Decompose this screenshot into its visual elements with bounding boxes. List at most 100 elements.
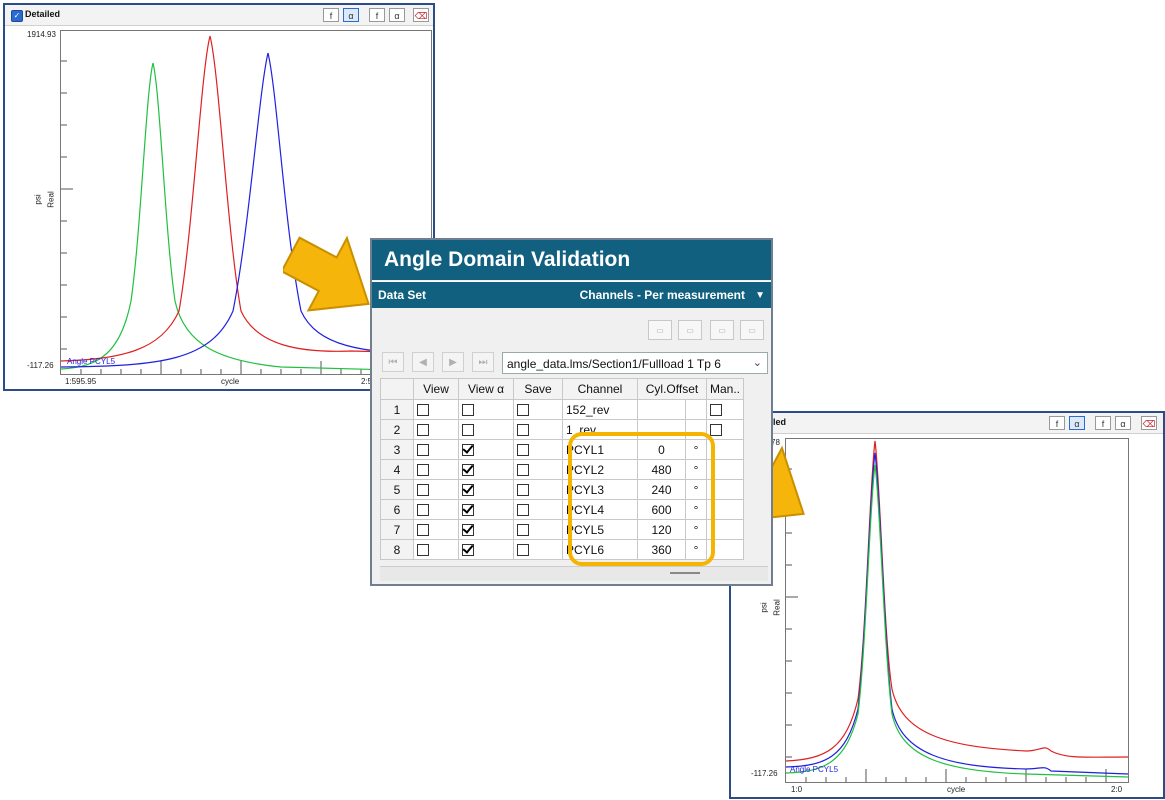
y-type-label: Real <box>772 599 782 616</box>
grid-button-1[interactable]: ▭ <box>648 320 672 340</box>
cyl-offset-value[interactable] <box>636 399 687 420</box>
x-axis-label: cycle <box>947 785 966 794</box>
horizontal-scrollbar[interactable] <box>380 566 768 581</box>
alpha-folder-button[interactable]: α <box>1115 416 1131 430</box>
eraser-icon[interactable]: ⌫ <box>1141 416 1157 430</box>
col-view[interactable]: View <box>413 378 459 400</box>
alpha-button[interactable]: α <box>1069 416 1085 430</box>
row-number: 6 <box>380 499 414 520</box>
left-legend: Angle PCYL5 <box>67 357 116 366</box>
y-min-label: -117.26 <box>27 361 54 370</box>
red-trace <box>786 440 1128 762</box>
left-window-titlebar: ✓ Detailed f α f α ⌫ <box>5 5 433 26</box>
view-cell <box>413 519 459 540</box>
save-checkbox[interactable] <box>517 524 529 537</box>
view-cell <box>413 419 459 440</box>
save-cell <box>513 419 563 440</box>
view-checkbox[interactable] <box>417 544 429 557</box>
alpha-button[interactable]: α <box>343 8 359 22</box>
eraser-icon[interactable]: ⌫ <box>413 8 429 22</box>
dialog-header: Angle Domain Validation <box>372 240 771 280</box>
view-alpha-checkbox[interactable] <box>462 524 474 537</box>
function-folder-button[interactable]: f <box>369 8 385 22</box>
save-checkbox[interactable] <box>517 504 529 517</box>
row-number: 3 <box>380 439 414 460</box>
manual-checkbox[interactable] <box>710 424 722 437</box>
view-alpha-checkbox[interactable] <box>462 444 474 457</box>
prev-record-button[interactable]: ◀ <box>412 352 434 372</box>
scrollbar-thumb[interactable] <box>670 572 700 574</box>
col-view-alpha[interactable]: View α <box>458 378 514 400</box>
x-start-label: 1:595.95 <box>65 377 97 386</box>
offset-highlight <box>568 432 715 566</box>
y-unit-label: psi <box>759 602 769 613</box>
view-checkbox[interactable] <box>417 404 429 417</box>
save-cell <box>513 539 563 560</box>
save-checkbox[interactable] <box>517 424 529 437</box>
dataset-combobox[interactable]: angle_data.lms/Section1/Fullload 1 Tp 6 … <box>502 352 768 374</box>
view-alpha-checkbox[interactable] <box>462 424 474 437</box>
col-save[interactable]: Save <box>513 378 563 400</box>
view-checkbox[interactable] <box>417 484 429 497</box>
view-checkbox[interactable] <box>417 524 429 537</box>
save-cell <box>513 399 563 420</box>
dataset-value: angle_data.lms/Section1/Fullload 1 Tp 6 <box>507 357 721 371</box>
col-manual[interactable]: Man.. <box>705 378 745 400</box>
detailed-checkbox[interactable]: ✓ <box>11 10 23 22</box>
last-record-button[interactable]: ⏭ <box>472 352 494 372</box>
view-cell <box>413 499 459 520</box>
col-cyl-offset[interactable]: Cyl.Offset <box>637 378 707 400</box>
save-checkbox[interactable] <box>517 404 529 417</box>
view-alpha-cell <box>458 499 514 520</box>
view-checkbox[interactable] <box>417 444 429 457</box>
arrow-left-icon <box>283 235 370 312</box>
green-trace <box>786 464 1128 778</box>
grid-button-4[interactable]: ▭ <box>740 320 764 340</box>
save-checkbox[interactable] <box>517 464 529 477</box>
right-plot-area[interactable]: Angle PCYL5 <box>785 438 1129 783</box>
data-set-label: Data Set <box>378 288 427 302</box>
view-alpha-checkbox[interactable] <box>462 484 474 497</box>
save-cell <box>513 519 563 540</box>
row-number: 4 <box>380 459 414 480</box>
first-record-button[interactable]: ⏮ <box>382 352 404 372</box>
manual-checkbox[interactable] <box>710 404 722 417</box>
alpha-folder-button[interactable]: α <box>389 8 405 22</box>
col-rownum <box>380 378 414 400</box>
grid-button-2[interactable]: ▭ <box>678 320 702 340</box>
view-alpha-cell <box>458 439 514 460</box>
view-alpha-checkbox[interactable] <box>462 404 474 417</box>
function-button[interactable]: f <box>1049 416 1065 430</box>
chevron-down-icon[interactable]: ⌄ <box>753 356 762 369</box>
y-min-label: -117.26 <box>751 769 778 778</box>
y-max-label: 1914.93 <box>27 30 56 39</box>
view-checkbox[interactable] <box>417 464 429 477</box>
view-alpha-checkbox[interactable] <box>462 504 474 517</box>
channel-name: 152_rev <box>562 399 638 420</box>
save-cell <box>513 479 563 500</box>
row-number: 7 <box>380 519 414 540</box>
save-checkbox[interactable] <box>517 544 529 557</box>
chevron-down-icon[interactable]: ▼ <box>755 290 765 301</box>
right-legend: Angle PCYL5 <box>790 765 839 774</box>
row-number: 2 <box>380 419 414 440</box>
function-folder-button[interactable]: f <box>1095 416 1111 430</box>
left-window-title: Detailed <box>25 9 61 19</box>
next-record-button[interactable]: ▶ <box>442 352 464 372</box>
view-alpha-checkbox[interactable] <box>462 544 474 557</box>
view-checkbox[interactable] <box>417 424 429 437</box>
channels-dropdown[interactable]: Channels - Per measurement <box>580 288 745 302</box>
function-button[interactable]: f <box>323 8 339 22</box>
view-alpha-checkbox[interactable] <box>462 464 474 477</box>
save-checkbox[interactable] <box>517 444 529 457</box>
view-alpha-cell <box>458 459 514 480</box>
table-header-row: View View α Save Channel Cyl.Offset Man.… <box>380 378 745 400</box>
view-cell <box>413 459 459 480</box>
grid-button-3[interactable]: ▭ <box>710 320 734 340</box>
col-channel[interactable]: Channel <box>562 378 638 400</box>
view-cell <box>413 479 459 500</box>
dialog-title: Angle Domain Validation <box>384 248 631 271</box>
save-checkbox[interactable] <box>517 484 529 497</box>
right-plot-svg <box>786 440 1128 782</box>
view-checkbox[interactable] <box>417 504 429 517</box>
